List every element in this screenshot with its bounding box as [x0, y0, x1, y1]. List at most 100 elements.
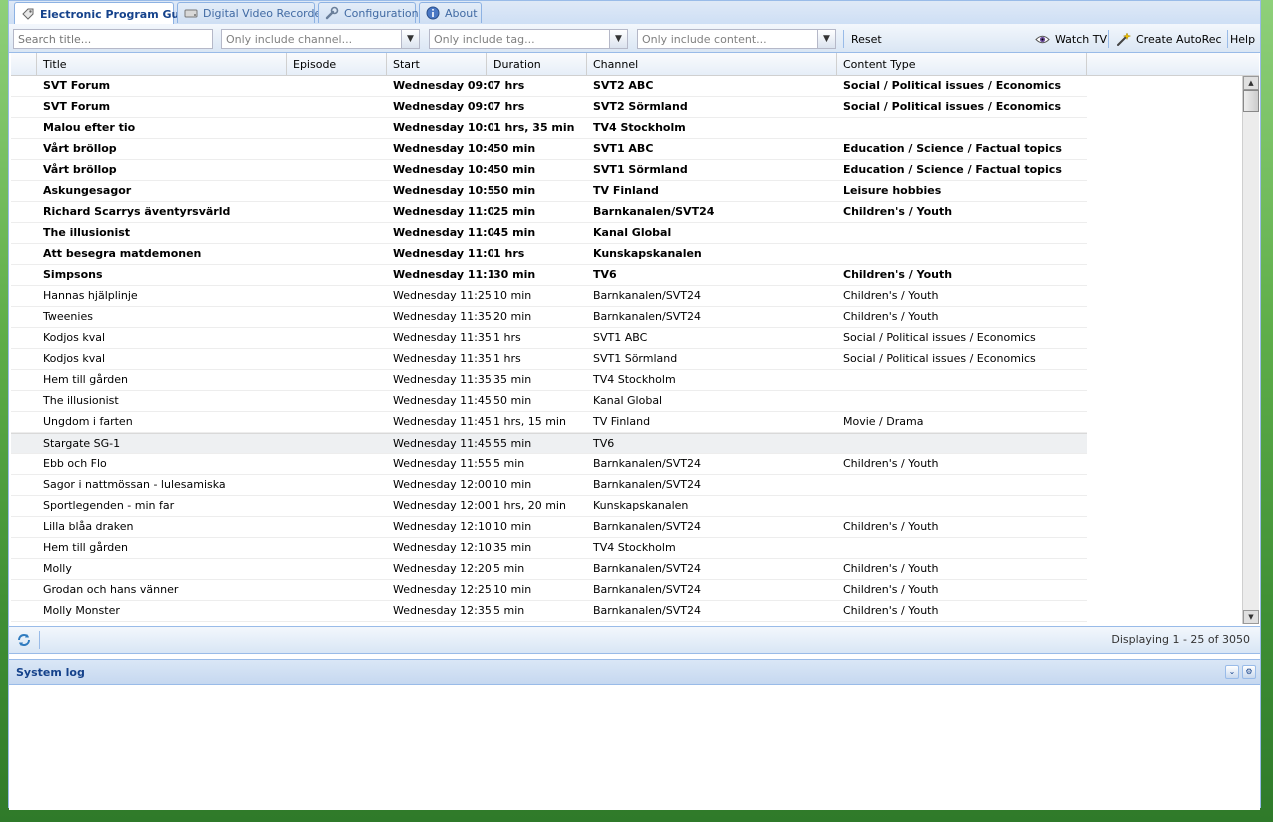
table-row[interactable]: Stargate SG-1 Wednesday 11:45 55 min TV6 — [11, 433, 1087, 454]
scroll-thumb[interactable] — [1243, 90, 1259, 112]
table-row[interactable]: Simpsons Wednesday 11:15 30 min TV6 Children… — [11, 265, 1087, 286]
create-autorec-button[interactable]: Create AutoRec — [1116, 29, 1222, 49]
table-row[interactable]: Sagor i nattmössan - lulesamiska Wednesda… — [11, 475, 1087, 496]
table-row[interactable]: Grodan och hans vänner Wednesday 12:25 10 … — [11, 580, 1087, 601]
column-header-title[interactable]: Title — [37, 53, 287, 75]
grid-scrollbar[interactable]: ▲ ▼ — [1242, 76, 1259, 624]
table-row[interactable]: Kodjos kval Wednesday 11:35 1 hrs SVT1 Sörm… — [11, 349, 1087, 370]
column-header-duration[interactable]: Duration — [487, 53, 587, 75]
table-row[interactable]: Kodjos kval Wednesday 11:35 1 hrs SVT1 ABC S… — [11, 328, 1087, 349]
tab-dvr[interactable]: Digital Video Recorder — [177, 2, 326, 23]
cell-start: Wednesday 12:20 — [393, 562, 492, 575]
table-row[interactable]: The illusionist Wednesday 11:00 45 min Kana… — [11, 223, 1087, 244]
column-header-start[interactable]: Start — [387, 53, 487, 75]
system-log-header[interactable]: System log ⌄ ⚙ — [9, 660, 1260, 685]
watch-tv-button[interactable]: Watch TV — [1035, 29, 1107, 49]
column-header-episode[interactable]: Episode — [287, 53, 387, 75]
cell-channel: Kanal Global — [593, 226, 672, 239]
cell-channel: SVT2 Sörmland — [593, 100, 688, 113]
help-button[interactable]: Help — [1230, 29, 1255, 49]
table-row[interactable]: Hem till gården Wednesday 11:35 35 min TV4 … — [11, 370, 1087, 391]
cell-duration: 1 hrs — [493, 247, 525, 260]
chevron-down-icon[interactable]: ▼ — [817, 30, 835, 48]
table-row[interactable]: SVT Forum Wednesday 09:00 7 hrs SVT2 Sörmla… — [11, 97, 1087, 118]
tag-filter-combo[interactable]: Only include tag... ▼ — [429, 29, 628, 49]
cell-title: Hannas hjälplinje — [43, 289, 138, 302]
cell-start: Wednesday 10:55 — [393, 184, 493, 197]
cell-start: Wednesday 12:10 — [393, 520, 492, 533]
cell-episode — [287, 391, 393, 411]
table-row[interactable]: Sportlegenden - min far Wednesday 12:00 1 … — [11, 496, 1087, 517]
cell-duration: 50 min — [493, 142, 536, 155]
tab-epg[interactable]: Electronic Program Guide — [14, 2, 198, 25]
reset-button[interactable]: Reset — [851, 29, 882, 49]
cell-start: Wednesday 11:45 — [393, 415, 492, 428]
table-row[interactable]: Ungdom i farten Wednesday 11:45 1 hrs, 15 … — [11, 412, 1087, 433]
column-header-channel[interactable]: Channel — [587, 53, 837, 75]
cell-episode — [287, 328, 393, 348]
table-row[interactable]: Molly Wednesday 12:20 5 min Barnkanalen/SVT… — [11, 559, 1087, 580]
table-row[interactable]: SVT Forum Wednesday 09:00 7 hrs SVT2 ABC Soc… — [11, 76, 1087, 97]
refresh-icon[interactable] — [16, 632, 32, 648]
cell-start: Wednesday 12:10 — [393, 541, 492, 554]
cell-content: Children's / Youth — [843, 205, 953, 218]
tab-configuration[interactable]: Configuration — [318, 2, 419, 23]
cell-channel: SVT2 ABC — [593, 79, 654, 92]
cell-channel: Barnkanalen/SVT24 — [593, 520, 701, 533]
table-row[interactable]: Askungesagor Wednesday 10:55 50 min TV Finl… — [11, 181, 1087, 202]
cell-title: Sportlegenden - min far — [43, 499, 175, 512]
cell-channel: TV6 — [593, 268, 617, 281]
tag-icon — [21, 7, 35, 21]
cell-title: Molly — [43, 562, 72, 575]
cell-start: Wednesday 11:35 — [393, 373, 492, 386]
cell-content — [837, 118, 1087, 138]
tab-about[interactable]: About — [419, 2, 482, 23]
scroll-down-arrow[interactable]: ▼ — [1243, 610, 1259, 624]
cell-channel: TV4 Stockholm — [593, 541, 676, 554]
cell-content: Social / Political issues / Economics — [843, 352, 1036, 365]
table-row[interactable]: Ebb och Flo Wednesday 11:55 5 min Barnkanal… — [11, 454, 1087, 475]
cell-episode — [287, 265, 393, 285]
cell-start: Wednesday 11:35 — [393, 352, 492, 365]
table-row[interactable]: Tweenies Wednesday 11:35 20 min Barnkanalen… — [11, 307, 1087, 328]
cell-duration: 5 min — [493, 457, 525, 470]
collapse-icon[interactable]: ⌄ — [1225, 665, 1239, 679]
paging-toolbar: Displaying 1 - 25 of 3050 — [9, 626, 1260, 654]
cell-title: Kodjos kval — [43, 331, 106, 344]
table-row[interactable]: Molly Monster Wednesday 12:35 5 min Barnkan… — [11, 601, 1087, 622]
search-title-input[interactable] — [13, 29, 213, 49]
cell-episode — [287, 223, 393, 243]
toolbar-separator — [843, 30, 844, 48]
chevron-down-icon[interactable]: ▼ — [609, 30, 627, 48]
table-row[interactable]: Malou efter tio Wednesday 10:00 1 hrs, 35 … — [11, 118, 1087, 139]
column-header-content-type[interactable]: Content Type — [837, 53, 1087, 75]
table-row[interactable]: The illusionist Wednesday 11:45 50 min Kana… — [11, 391, 1087, 412]
column-header-icon[interactable] — [11, 53, 37, 75]
cell-channel: Barnkanalen/SVT24 — [593, 604, 701, 617]
cell-content — [837, 475, 1087, 495]
scroll-up-arrow[interactable]: ▲ — [1243, 76, 1259, 90]
table-row[interactable]: Richard Scarrys äventyrsvärld Wednesday 1… — [11, 202, 1087, 223]
cell-channel: Barnkanalen/SVT24 — [593, 205, 715, 218]
table-row[interactable]: Lilla blåa draken Wednesday 12:10 10 min Ba… — [11, 517, 1087, 538]
table-row[interactable]: Hem till gården Wednesday 12:10 35 min TV4 … — [11, 538, 1087, 559]
gear-icon[interactable]: ⚙ — [1242, 665, 1256, 679]
chevron-down-icon[interactable]: ▼ — [401, 30, 419, 48]
table-row[interactable]: Hannas hjälplinje Wednesday 11:25 10 min Ba… — [11, 286, 1087, 307]
cell-title: SVT Forum — [43, 100, 111, 113]
channel-filter-combo[interactable]: Only include channel... ▼ — [221, 29, 420, 49]
cell-duration: 55 min — [493, 437, 532, 450]
cell-episode — [287, 307, 393, 327]
content-filter-combo[interactable]: Only include content... ▼ — [637, 29, 836, 49]
cell-content: Children's / Youth — [843, 289, 939, 302]
cell-episode — [287, 181, 393, 201]
cell-title: Hem till gården — [43, 373, 129, 386]
cell-duration: 10 min — [493, 289, 532, 302]
paging-display-text: Displaying 1 - 25 of 3050 — [1111, 633, 1250, 646]
magic-wand-icon — [1116, 31, 1132, 47]
table-row[interactable]: Vårt bröllop Wednesday 10:45 50 min SVT1 AB… — [11, 139, 1087, 160]
table-row[interactable]: Vårt bröllop Wednesday 10:45 50 min SVT1 Sö… — [11, 160, 1087, 181]
table-row[interactable]: Att besegra matdemonen Wednesday 11:00 1 h… — [11, 244, 1087, 265]
cell-content: Children's / Youth — [843, 520, 939, 533]
cell-title: Malou efter tio — [43, 121, 136, 134]
